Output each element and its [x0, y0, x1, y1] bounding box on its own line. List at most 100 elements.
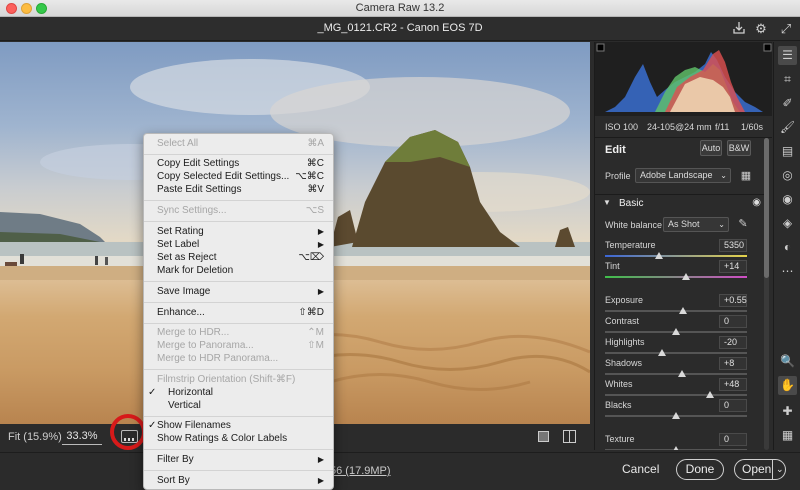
bw-button[interactable]: B&W: [727, 140, 751, 156]
menu-item-merge-to-hdr[interactable]: Merge to HDR... ⌃M: [144, 327, 333, 339]
menu-item-vertical[interactable]: Vertical: [144, 400, 333, 412]
presets-icon[interactable]: ◐: [778, 238, 797, 257]
menu-item-label: Horizontal: [168, 387, 214, 398]
profile-select[interactable]: Adobe Landscape ⌄: [635, 168, 731, 183]
profile-browser-icon[interactable]: ▦: [738, 168, 754, 184]
menu-item-sort-by[interactable]: Sort By ▶: [144, 475, 333, 487]
open-button[interactable]: Open ⌄: [734, 459, 786, 480]
menu-item-merge-to-hdr-panorama[interactable]: Merge to HDR Panorama...: [144, 353, 333, 365]
white-balance-select[interactable]: As Shot ⌄: [663, 217, 729, 232]
menu-item-set-rating[interactable]: Set Rating ▶: [144, 226, 333, 238]
gradient-icon[interactable]: ▤: [778, 142, 797, 161]
menu-shortcut: ⌘A: [307, 138, 324, 149]
save-icon[interactable]: [731, 21, 747, 37]
slider-value-field[interactable]: +8: [719, 357, 747, 370]
slider-label: Contrast: [605, 316, 640, 326]
slider-thumb[interactable]: [657, 349, 666, 356]
menu-item-enhance[interactable]: Enhance... ⇧⌘D: [144, 307, 333, 319]
zoom-level-select[interactable]: 33.3%: [62, 430, 102, 445]
menu-item-copy-selected-edit-settings[interactable]: Copy Selected Edit Settings... ⌥⌘C: [144, 171, 333, 183]
menu-item-label: Show Filenames: [157, 420, 231, 431]
single-view-icon[interactable]: [538, 431, 549, 442]
hand-tool-icon[interactable]: ✋: [778, 376, 797, 395]
before-after-icon[interactable]: [563, 430, 576, 443]
zoom-tool-icon[interactable]: 🔍: [778, 352, 797, 371]
eye-icon[interactable]: ◉: [752, 197, 761, 208]
red-eye-icon[interactable]: ◉: [778, 190, 797, 209]
slider-value-field[interactable]: +14: [719, 260, 747, 273]
menu-item-sync-settings[interactable]: Sync Settings... ⌥S: [144, 205, 333, 217]
menu-item-filter-by[interactable]: Filter By ▶: [144, 454, 333, 466]
slider-track[interactable]: [605, 328, 747, 335]
menu-item-horizontal[interactable]: ✓ Horizontal: [144, 387, 333, 399]
menu-separator: [144, 221, 333, 222]
slider-track[interactable]: [605, 349, 747, 356]
slider-track[interactable]: [605, 252, 747, 259]
menu-item-paste-edit-settings[interactable]: Paste Edit Settings ⌘V: [144, 184, 333, 196]
slider-label: Temperature: [605, 240, 656, 250]
slider-track[interactable]: [605, 273, 747, 280]
slider-track[interactable]: [605, 391, 747, 398]
open-label: Open: [742, 462, 772, 476]
brush-icon[interactable]: 🖌: [778, 118, 797, 137]
aperture-value: f/11: [715, 122, 730, 132]
profile-label: Profile: [605, 171, 631, 181]
menu-item-show-filenames[interactable]: ✓ Show Filenames: [144, 420, 333, 432]
slider-value-field[interactable]: 0: [719, 433, 747, 446]
snapshots-icon[interactable]: ◈: [778, 214, 797, 233]
edit-sliders-icon[interactable]: ☰: [778, 46, 797, 65]
menu-separator: [144, 200, 333, 201]
slider-track[interactable]: [605, 307, 747, 314]
eyedropper-icon[interactable]: ✎: [735, 216, 751, 232]
sampler-icon[interactable]: ✚: [778, 402, 797, 421]
slider-thumb[interactable]: [654, 252, 663, 259]
cancel-button[interactable]: Cancel: [622, 462, 659, 476]
menu-item-show-ratings[interactable]: Show Ratings & Color Labels: [144, 433, 333, 445]
lens-value: 24-105@24 mm: [647, 122, 712, 132]
slider-track[interactable]: [605, 446, 747, 450]
panel-scrollbar[interactable]: [764, 138, 769, 450]
menu-item-save-image[interactable]: Save Image ▶: [144, 286, 333, 298]
menu-item-copy-edit-settings[interactable]: Copy Edit Settings ⌘C: [144, 158, 333, 170]
slider-thumb[interactable]: [677, 370, 686, 377]
slider-value-field[interactable]: 0: [719, 315, 747, 328]
basic-section-header[interactable]: ▼ Basic ◉: [595, 194, 765, 212]
auto-button[interactable]: Auto: [700, 140, 722, 156]
menu-item-merge-to-panorama[interactable]: Merge to Panorama... ⇧M: [144, 340, 333, 352]
scrollbar-thumb[interactable]: [764, 138, 769, 278]
menu-item-label: Show Ratings & Color Labels: [157, 433, 288, 444]
slider-value-field[interactable]: +0.55: [719, 294, 747, 307]
chevron-down-icon[interactable]: ⌄: [776, 460, 784, 479]
menu-shortcut: ⇧⌘D: [298, 307, 324, 318]
menu-item-set-label[interactable]: Set Label ▶: [144, 239, 333, 251]
submenu-arrow-icon: ▶: [317, 287, 324, 296]
slider-value-field[interactable]: 5350: [719, 239, 747, 252]
menu-item-set-as-reject[interactable]: Set as Reject ⌥⌦: [144, 252, 333, 264]
zoom-fit-button[interactable]: Fit (15.9%): [8, 431, 62, 443]
slider-thumb[interactable]: [672, 446, 680, 450]
highlight-circle: [110, 414, 146, 450]
slider-thumb[interactable]: [706, 391, 715, 398]
more-icon[interactable]: ⋯: [778, 262, 797, 281]
slider-value-field[interactable]: 0: [719, 399, 747, 412]
slider-value-field[interactable]: -20: [719, 336, 747, 349]
workflow-options-link[interactable]: 56 (17.9MP): [330, 465, 391, 477]
fullscreen-icon[interactable]: ⤢: [778, 21, 794, 37]
slider-track[interactable]: [605, 370, 747, 377]
slider-thumb[interactable]: [679, 307, 688, 314]
radial-filter-icon[interactable]: ◎: [778, 166, 797, 185]
slider-value-field[interactable]: +48: [719, 378, 747, 391]
menu-item-select-all[interactable]: Select All ⌘A: [144, 138, 333, 150]
slider-thumb[interactable]: [681, 273, 690, 280]
spot-removal-icon[interactable]: ✐: [778, 94, 797, 113]
done-button[interactable]: Done: [676, 459, 724, 480]
grid-icon[interactable]: ▦: [778, 426, 797, 445]
gear-icon[interactable]: ⚙: [753, 21, 769, 37]
slider-track[interactable]: [605, 412, 747, 419]
slider-label: Highlights: [605, 337, 645, 347]
menu-item-mark-for-deletion[interactable]: Mark for Deletion: [144, 265, 333, 277]
slider-thumb[interactable]: [672, 412, 680, 419]
crop-icon[interactable]: ⌗: [778, 70, 797, 89]
slider-thumb[interactable]: [672, 328, 680, 335]
camera-raw-window: Camera Raw 13.2 _MG_0121.CR2 - Canon EOS…: [0, 0, 800, 490]
